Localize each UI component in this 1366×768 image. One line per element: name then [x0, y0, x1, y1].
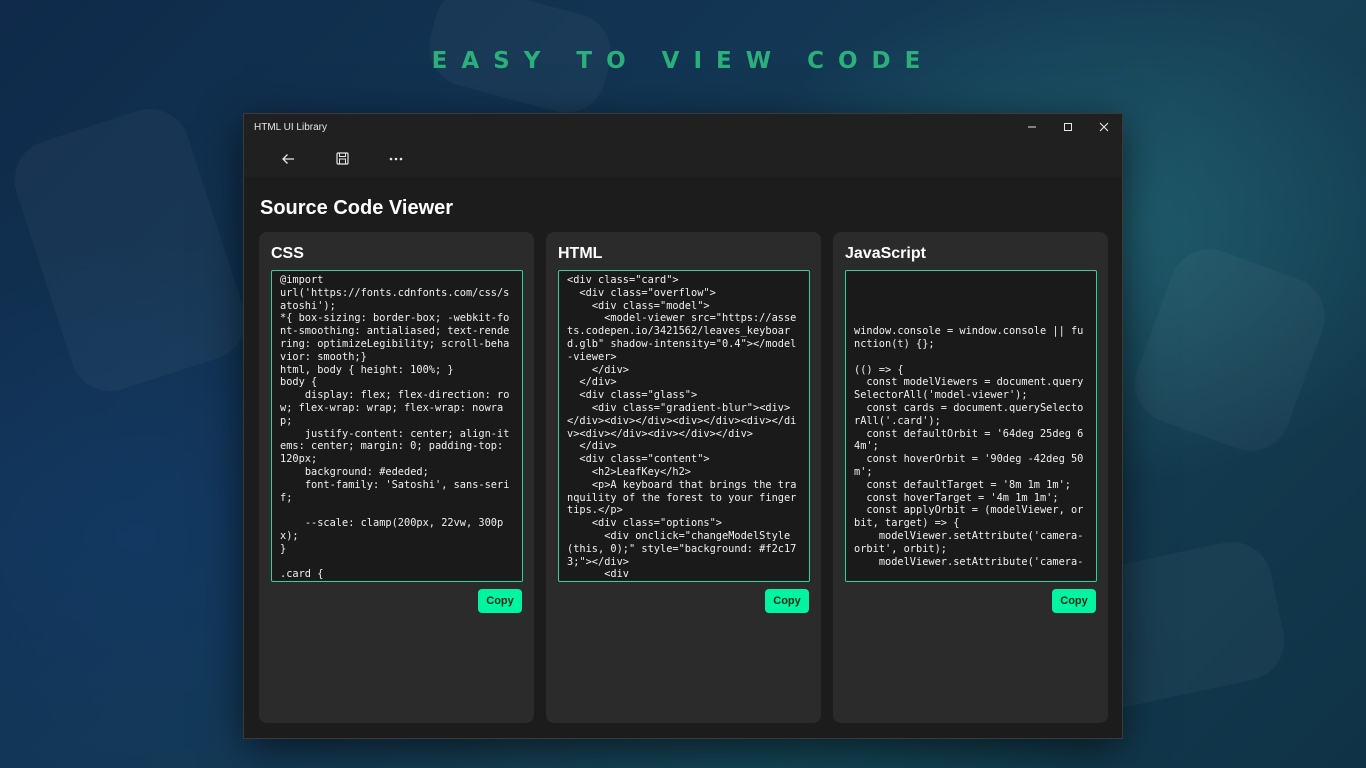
- css-code-box[interactable]: @import url('https://fonts.cdnfonts.com/…: [271, 270, 523, 582]
- close-button[interactable]: [1086, 114, 1122, 140]
- background-shape: [4, 99, 256, 402]
- panel-title-html: HTML: [558, 245, 603, 262]
- html-panel: HTML <div class="card"> <div class="over…: [546, 232, 821, 723]
- window-controls: [1014, 114, 1122, 140]
- toolbar: [244, 140, 1122, 177]
- copy-html-button[interactable]: Copy: [765, 589, 809, 613]
- maximize-icon: [1064, 123, 1072, 131]
- title-bar[interactable]: HTML UI Library: [244, 114, 1122, 140]
- close-icon: [1099, 122, 1109, 132]
- html-code: <div class="card"> <div class="overflow"…: [567, 274, 797, 581]
- main-content: Source Code Viewer CSS @import url('http…: [244, 177, 1122, 738]
- app-window: HTML UI Library Source Code Viewer CSS @…: [243, 113, 1123, 739]
- maximize-button[interactable]: [1050, 114, 1086, 140]
- css-code: @import url('https://fonts.cdnfonts.com/…: [280, 274, 510, 581]
- headline: EASY TO VIEW CODE: [431, 48, 935, 74]
- back-arrow-icon: [282, 153, 294, 164]
- save-button[interactable]: [330, 147, 354, 171]
- javascript-panel: JavaScript window.console = window.conso…: [833, 232, 1108, 723]
- panel-title-javascript: JavaScript: [845, 245, 926, 262]
- html-code-box[interactable]: <div class="card"> <div class="overflow"…: [558, 270, 810, 582]
- css-panel: CSS @import url('https://fonts.cdnfonts.…: [259, 232, 534, 723]
- javascript-code: window.console = window.console || funct…: [854, 325, 1084, 568]
- background-shape: [1124, 238, 1336, 462]
- more-button[interactable]: [384, 147, 408, 171]
- more-icon: [389, 157, 403, 160]
- copy-javascript-button[interactable]: Copy: [1052, 589, 1096, 613]
- panel-title-css: CSS: [271, 245, 304, 262]
- save-icon: [335, 152, 349, 165]
- page-title: Source Code Viewer: [260, 197, 454, 219]
- javascript-code-box[interactable]: window.console = window.console || funct…: [845, 270, 1097, 582]
- copy-css-button[interactable]: Copy: [478, 589, 522, 613]
- app-title: HTML UI Library: [254, 121, 327, 133]
- back-button[interactable]: [276, 147, 300, 171]
- minimize-icon: [1028, 126, 1036, 128]
- minimize-button[interactable]: [1014, 114, 1050, 140]
